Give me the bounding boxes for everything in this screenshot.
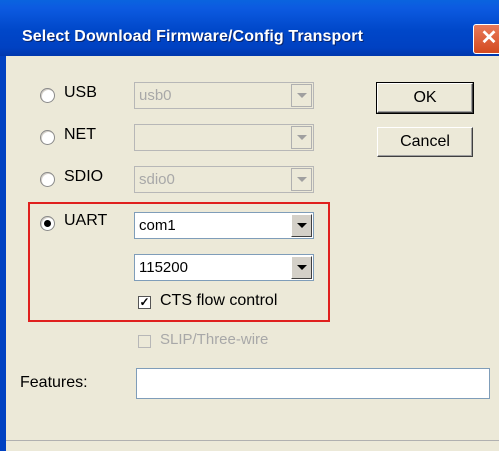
uart-label: UART — [64, 212, 108, 229]
usb-device-combo: usb0 — [134, 82, 314, 109]
sdio-device-combo: sdio0 — [134, 166, 314, 193]
close-button[interactable]: ✕ — [473, 24, 499, 54]
uart-port-combo[interactable]: com1 — [134, 212, 314, 239]
usb-device-value: usb0 — [139, 87, 172, 104]
window-title: Select Download Firmware/Config Transpor… — [22, 28, 364, 45]
uart-radio[interactable] — [40, 216, 55, 231]
uart-baud-combo[interactable]: 115200 — [134, 254, 314, 281]
dialog-window: Select Download Firmware/Config Transpor… — [0, 0, 499, 451]
chevron-down-icon — [297, 223, 307, 228]
usb-label: USB — [64, 84, 97, 101]
slip-three-wire-checkbox — [138, 335, 151, 348]
checkmark-icon: ✓ — [139, 295, 150, 309]
cancel-button[interactable]: Cancel — [377, 127, 473, 157]
sdio-device-value: sdio0 — [139, 171, 175, 188]
features-input[interactable] — [136, 368, 490, 399]
net-combo-dropdown-button — [291, 126, 312, 149]
slip-three-wire-label: SLIP/Three-wire — [160, 331, 269, 348]
usb-combo-dropdown-button — [291, 84, 312, 107]
window-frame-left — [0, 56, 6, 451]
close-icon: ✕ — [480, 27, 498, 49]
sdio-label: SDIO — [64, 168, 104, 185]
net-device-combo — [134, 124, 314, 151]
cts-flow-control-label[interactable]: CTS flow control — [160, 292, 277, 310]
chevron-down-icon — [297, 135, 307, 140]
net-radio[interactable] — [40, 130, 55, 145]
chevron-down-icon — [297, 177, 307, 182]
cts-flow-control-checkbox[interactable]: ✓ — [138, 296, 151, 309]
uart-baud-value: 115200 — [139, 259, 188, 276]
sdio-radio[interactable] — [40, 172, 55, 187]
chevron-down-icon — [297, 265, 307, 270]
ok-button[interactable]: OK — [376, 82, 474, 114]
usb-radio[interactable] — [40, 88, 55, 103]
chevron-down-icon — [297, 93, 307, 98]
sdio-combo-dropdown-button — [291, 168, 312, 191]
net-label: NET — [64, 126, 96, 143]
uart-port-value: com1 — [139, 217, 176, 234]
title-bar[interactable]: Select Download Firmware/Config Transpor… — [0, 0, 499, 56]
uart-baud-dropdown-button[interactable] — [291, 256, 312, 279]
dialog-bottom-edge — [6, 440, 499, 441]
uart-port-dropdown-button[interactable] — [291, 214, 312, 237]
features-label: Features: — [20, 374, 88, 391]
